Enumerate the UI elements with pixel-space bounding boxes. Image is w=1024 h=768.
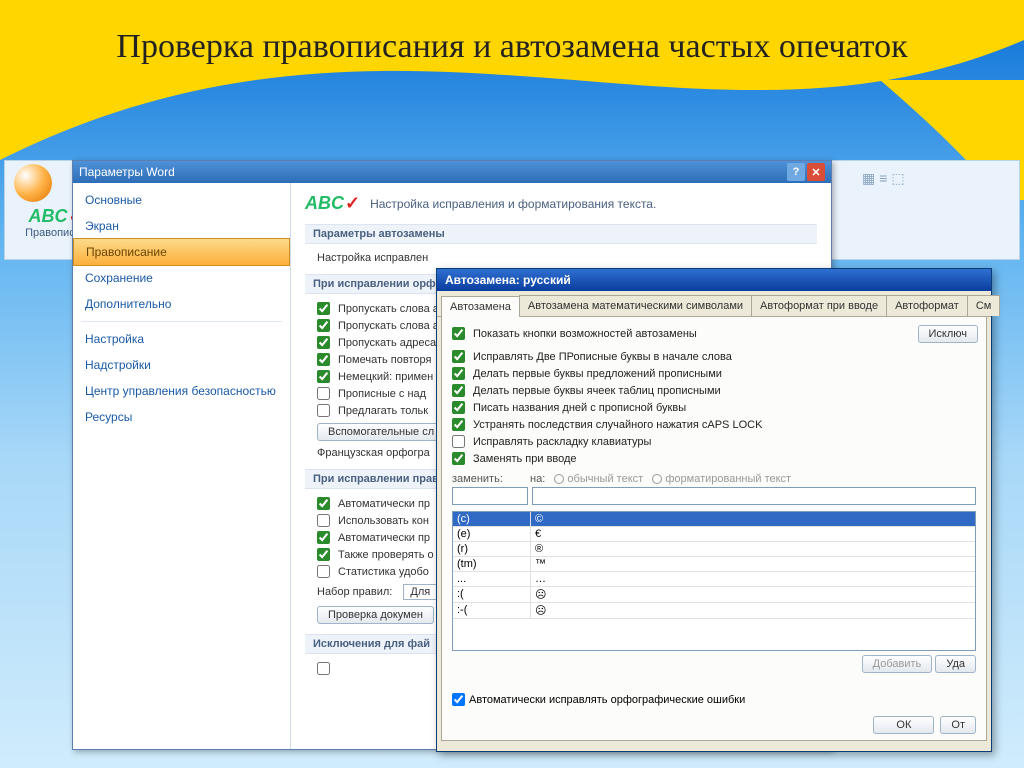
help-button[interactable]: ? [787, 163, 805, 181]
list-row: :(☹ [453, 587, 975, 603]
spell-opt-5[interactable] [317, 387, 330, 400]
list-row: :-(☹ [453, 603, 975, 619]
delete-button[interactable]: Уда [935, 655, 976, 673]
add-button[interactable]: Добавить [862, 655, 933, 673]
spell-opt-2[interactable] [317, 336, 330, 349]
with-label: на: [530, 473, 545, 485]
list-row: (r)® [453, 542, 975, 557]
radio-plain[interactable] [554, 474, 564, 484]
ac-opt-7[interactable] [452, 452, 465, 465]
autocorrect-desc: Настройка исправлен [305, 250, 817, 266]
gram-opt-1[interactable] [317, 514, 330, 527]
list-row: (c)© [453, 512, 975, 527]
cat-general[interactable]: Основные [73, 187, 290, 213]
office-button[interactable] [14, 164, 52, 202]
gram-opt-4[interactable] [317, 565, 330, 578]
tab-autoformat[interactable]: Автоформат [886, 295, 968, 316]
autocorrect-list[interactable]: (c)© (e)€ (r)® (tm)™ ...… :(☹ :-(☹ [452, 511, 976, 651]
gram-opt-3[interactable] [317, 548, 330, 561]
spell-opt-1[interactable] [317, 319, 330, 332]
aux-dicts-button[interactable]: Вспомогательные сл [317, 423, 445, 441]
exceptions-button[interactable]: Исключ [918, 325, 979, 343]
autocorrect-title: Автозамена: русский [445, 273, 571, 287]
radio-formatted[interactable] [652, 474, 662, 484]
close-button[interactable]: ✕ [807, 163, 825, 181]
ac-opt-2[interactable] [452, 367, 465, 380]
tab-autocorrect[interactable]: Автозамена [441, 296, 520, 317]
list-row: (e)€ [453, 527, 975, 542]
ac-opt-1[interactable] [452, 350, 465, 363]
ok-button[interactable]: ОК [873, 716, 934, 734]
word-options-titlebar[interactable]: Параметры Word ? ✕ [73, 161, 831, 183]
spell-opt-6[interactable] [317, 404, 330, 417]
list-row: (tm)™ [453, 557, 975, 572]
cancel-button[interactable]: От [940, 716, 976, 734]
options-header-text: Настройка исправления и форматирования т… [370, 197, 656, 211]
arrange-icon: ⬚ [891, 170, 904, 187]
cat-trust[interactable]: Центр управления безопасностью [73, 378, 290, 404]
ac-opt-5[interactable] [452, 418, 465, 431]
options-category-list: Основные Экран Правописание Сохранение Д… [73, 183, 291, 749]
autocorrect-pane: Исключ Показать кнопки возможностей авто… [441, 317, 987, 741]
tab-math[interactable]: Автозамена математическими символами [519, 295, 752, 316]
autocorrect-dialog: Автозамена: русский Автозамена Автозамен… [436, 268, 992, 752]
ribbon-right-group: ▦ ≡ ⬚ [862, 170, 1012, 240]
cat-advanced[interactable]: Дополнительно [73, 291, 290, 317]
cat-addins[interactable]: Надстройки [73, 352, 290, 378]
replace-label: заменить: [452, 473, 530, 485]
autocorrect-titlebar[interactable]: Автозамена: русский [437, 269, 991, 291]
exc-opt-0[interactable] [317, 662, 330, 675]
ac-opt-3[interactable] [452, 384, 465, 397]
replace-input[interactable] [452, 487, 528, 505]
dialog-title: Параметры Word [79, 165, 785, 179]
spell-opt-4[interactable] [317, 370, 330, 383]
gram-opt-0[interactable] [317, 497, 330, 510]
with-input[interactable] [532, 487, 976, 505]
ac-opt-6[interactable] [452, 435, 465, 448]
auto-fix-spelling[interactable] [452, 693, 465, 706]
check-document-button[interactable]: Проверка докумен [317, 606, 434, 624]
gram-opt-2[interactable] [317, 531, 330, 544]
cat-proofing[interactable]: Правописание [73, 238, 290, 266]
grid-icon: ▦ [862, 170, 875, 187]
abc-check-icon: ABC [305, 193, 360, 214]
spell-opt-3[interactable] [317, 353, 330, 366]
tab-autoformat-type[interactable]: Автоформат при вводе [751, 295, 887, 316]
cat-save[interactable]: Сохранение [73, 265, 290, 291]
spell-opt-0[interactable] [317, 302, 330, 315]
autocorrect-tabs: Автозамена Автозамена математическими си… [437, 291, 991, 317]
cat-display[interactable]: Экран [73, 213, 290, 239]
tab-smarttags[interactable]: См [967, 295, 1001, 316]
align-icon: ≡ [879, 170, 887, 186]
list-row: ...… [453, 572, 975, 587]
section-autocorrect: Параметры автозамены [305, 224, 817, 244]
ac-opt-4[interactable] [452, 401, 465, 414]
cat-resources[interactable]: Ресурсы [73, 404, 290, 430]
cat-customize[interactable]: Настройка [73, 326, 290, 352]
slide-title: Проверка правописания и автозамена часты… [0, 28, 1024, 66]
ac-opt-0[interactable] [452, 327, 465, 340]
